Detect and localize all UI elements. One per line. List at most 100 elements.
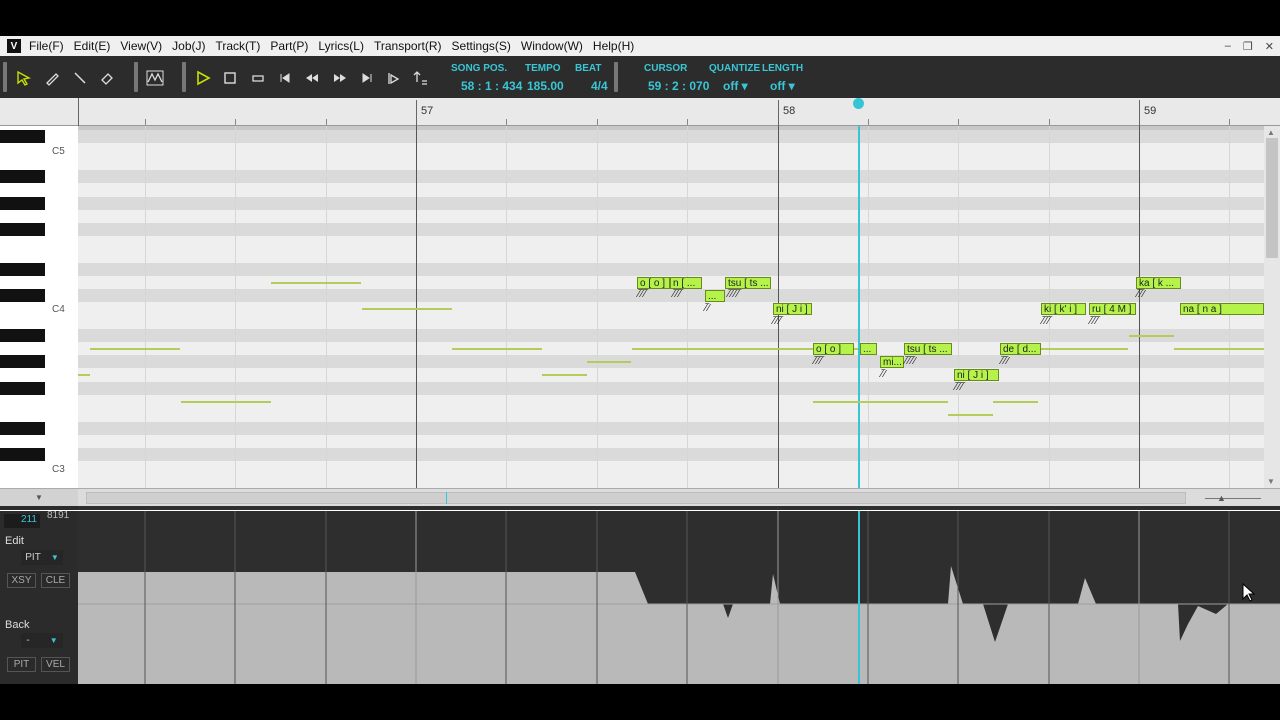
- vibrato-mark: ⁄‾⁄‾⁄‾: [673, 289, 683, 300]
- length-label: LENGTH: [762, 63, 804, 74]
- menu-edit[interactable]: Edit(E): [74, 39, 111, 53]
- marker-left-icon[interactable]: [385, 69, 403, 87]
- note-block[interactable]: n [ ...: [670, 277, 702, 289]
- black-key[interactable]: [0, 355, 45, 368]
- note-block[interactable]: ...: [860, 343, 877, 355]
- beat-value[interactable]: 4/4: [591, 79, 608, 93]
- menu-lyrics[interactable]: Lyrics(L): [318, 39, 364, 53]
- note-block[interactable]: ni [ J i ]: [954, 369, 999, 381]
- eraser-tool-icon[interactable]: [98, 69, 116, 87]
- black-key[interactable]: [0, 382, 45, 395]
- pitch-bend-graph[interactable]: [78, 506, 1280, 684]
- stop-icon[interactable]: [221, 69, 239, 87]
- app-logo-icon: V: [7, 39, 21, 53]
- ghost-note: [362, 308, 452, 310]
- note-block[interactable]: ...: [705, 290, 725, 302]
- play-icon[interactable]: [194, 69, 212, 87]
- scroll-up-icon[interactable]: ▲: [1267, 128, 1275, 137]
- fast-forward-icon[interactable]: [331, 69, 349, 87]
- piano-keyboard[interactable]: C5 C4 C3: [0, 126, 78, 488]
- menu-window[interactable]: Window(W): [521, 39, 583, 53]
- ghost-note: [181, 401, 271, 403]
- note-block[interactable]: ru [ 4 M ]: [1089, 303, 1136, 315]
- back-param-dropdown[interactable]: - ▼: [21, 633, 63, 648]
- arrow-tool-icon[interactable]: [15, 69, 33, 87]
- note-block[interactable]: tsu [ ts ...: [725, 277, 771, 289]
- tempo-value[interactable]: 185.00: [527, 79, 564, 93]
- edit-param-dropdown[interactable]: PIT ▼: [21, 550, 63, 565]
- edit-label: Edit: [5, 535, 24, 547]
- note-block[interactable]: o [ o ]: [637, 277, 670, 289]
- zoom-thumb-icon[interactable]: ▲: [1217, 493, 1226, 503]
- vibrato-mark: ⁄‾⁄‾⁄‾⁄: [905, 356, 916, 367]
- control-value-left[interactable]: 211: [4, 514, 40, 528]
- timeline-ruler[interactable]: 57 58 59: [0, 98, 1280, 126]
- ghost-note: [452, 348, 542, 350]
- line-tool-icon[interactable]: [71, 69, 89, 87]
- vibrato-mark: ⁄‾⁄‾⁄‾: [955, 382, 965, 393]
- toolbar-separator: [614, 62, 618, 92]
- horizontal-scrollbar[interactable]: ▼ ▲: [0, 488, 1280, 506]
- menu-view[interactable]: View(V): [120, 39, 162, 53]
- minimize-icon[interactable]: –: [1225, 40, 1231, 52]
- back-label: Back: [5, 619, 30, 631]
- rewind-icon[interactable]: [303, 69, 321, 87]
- black-key[interactable]: [0, 422, 45, 435]
- song-pos-value[interactable]: 58 : 1 : 434: [461, 79, 522, 93]
- black-key[interactable]: [0, 197, 45, 210]
- zoom-slider[interactable]: ▲: [1205, 493, 1261, 503]
- loop-icon[interactable]: [249, 69, 267, 87]
- close-icon[interactable]: ✕: [1265, 40, 1274, 53]
- marker-right-icon[interactable]: [412, 69, 430, 87]
- vibrato-tool-icon[interactable]: [146, 69, 164, 87]
- scroll-down-icon[interactable]: ▼: [1267, 477, 1275, 486]
- note-block[interactable]: ki [ k' i ]: [1041, 303, 1086, 315]
- ghost-note: [1174, 348, 1264, 350]
- ghost-note: [813, 401, 948, 403]
- go-to-start-icon[interactable]: [276, 69, 294, 87]
- note-block[interactable]: mi...: [880, 356, 904, 368]
- go-to-end-icon[interactable]: [358, 69, 376, 87]
- quantize-dropdown[interactable]: off ▾: [723, 79, 748, 93]
- note-block[interactable]: ka [ k ...: [1136, 277, 1181, 289]
- vertical-scrollbar[interactable]: ▲ ▼: [1264, 126, 1280, 488]
- note-block[interactable]: de [ d...: [1000, 343, 1041, 355]
- vertical-scroll-thumb[interactable]: [1266, 138, 1278, 258]
- back-vel-button[interactable]: VEL: [41, 657, 70, 672]
- vibrato-mark: ⁄‾⁄‾⁄‾⁄‾: [728, 289, 741, 300]
- length-dropdown[interactable]: off ▾: [770, 79, 795, 93]
- black-key[interactable]: [0, 263, 45, 276]
- horizontal-scroll-thumb[interactable]: [86, 492, 1186, 504]
- playhead-handle[interactable]: [853, 98, 864, 109]
- menu-settings[interactable]: Settings(S): [452, 39, 511, 53]
- ghost-note: [271, 282, 361, 284]
- ghost-note: [587, 361, 631, 363]
- note-block[interactable]: ni [ J i ]: [773, 303, 812, 315]
- pencil-tool-icon[interactable]: [43, 69, 61, 87]
- toolbar-separator: [134, 62, 138, 92]
- note-block[interactable]: o [ o ]: [813, 343, 854, 355]
- black-key[interactable]: [0, 289, 45, 302]
- piano-roll-grid[interactable]: o [ o ] n [ ... ... tsu [ ts ... ni [ J …: [78, 126, 1264, 488]
- xsy-button[interactable]: XSY: [7, 573, 36, 588]
- menu-part[interactable]: Part(P): [270, 39, 308, 53]
- track-selector-icon[interactable]: ▼: [0, 489, 78, 506]
- note-block[interactable]: na [ n a ]: [1180, 303, 1264, 315]
- menu-bar: V File(F) Edit(E) View(V) Job(J) Track(T…: [0, 36, 1280, 56]
- black-key[interactable]: [0, 223, 45, 236]
- menu-transport[interactable]: Transport(R): [374, 39, 442, 53]
- toolbar-grip[interactable]: [3, 62, 7, 92]
- black-key[interactable]: [0, 130, 45, 143]
- black-key[interactable]: [0, 448, 45, 461]
- menu-help[interactable]: Help(H): [593, 39, 634, 53]
- cle-button[interactable]: CLE: [41, 573, 70, 588]
- bottom-letterbox: [0, 684, 1280, 720]
- menu-track[interactable]: Track(T): [216, 39, 261, 53]
- menu-job[interactable]: Job(J): [172, 39, 205, 53]
- menu-file[interactable]: File(F): [29, 39, 64, 53]
- black-key[interactable]: [0, 329, 45, 342]
- restore-icon[interactable]: ❐: [1243, 40, 1253, 53]
- note-block[interactable]: tsu [ ts ...: [904, 343, 952, 355]
- black-key[interactable]: [0, 170, 45, 183]
- back-pit-button[interactable]: PIT: [7, 657, 36, 672]
